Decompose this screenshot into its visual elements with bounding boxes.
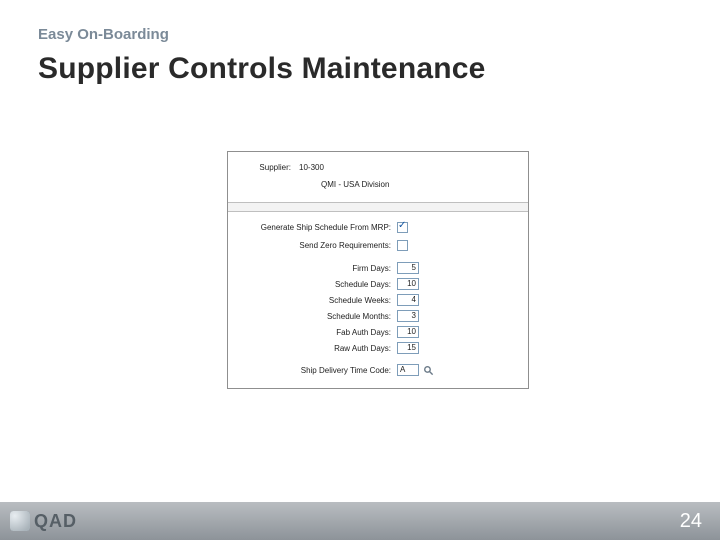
form-panel: Supplier: 10-300 QMI - USA Division Gene… [227,151,529,389]
ship-delivery-time-label: Ship Delivery Time Code: [236,366,397,375]
supplier-value: 10-300 [297,163,324,172]
send-zero-label: Send Zero Requirements: [236,241,397,250]
raw-auth-label: Raw Auth Days: [236,344,397,353]
send-zero-row: Send Zero Requirements: [236,236,520,254]
ship-delivery-time-field: A [397,364,434,376]
brand-logo: QAD [10,511,77,532]
panel-header-section: Supplier: 10-300 QMI - USA Division [228,152,528,202]
schedule-days-input[interactable]: 10 [397,278,419,290]
fab-auth-input[interactable]: 10 [397,326,419,338]
fab-auth-row: Fab Auth Days: 10 [236,324,520,340]
supplier-desc: QMI - USA Division [297,180,389,189]
schedule-months-input[interactable]: 3 [397,310,419,322]
raw-auth-input[interactable]: 15 [397,342,419,354]
supplier-desc-row: QMI - USA Division [236,176,520,192]
kicker: Easy On-Boarding [38,26,169,43]
schedule-days-label: Schedule Days: [236,280,397,289]
page-number: 24 [680,510,702,533]
schedule-months-row: Schedule Months: 3 [236,308,520,324]
schedule-months-label: Schedule Months: [236,312,397,321]
supplier-label: Supplier: [236,163,297,172]
panel-body-section: Generate Ship Schedule From MRP: Send Ze… [228,212,528,388]
gen-mrp-checkbox[interactable] [397,222,408,233]
gen-mrp-label: Generate Ship Schedule From MRP: [236,223,397,232]
logo-mark-icon [10,511,30,531]
send-zero-checkbox[interactable] [397,240,408,251]
page-title: Supplier Controls Maintenance [38,52,486,86]
footer-bar: QAD 24 [0,502,720,540]
fab-auth-label: Fab Auth Days: [236,328,397,337]
firm-days-row: Firm Days: 5 [236,260,520,276]
ship-delivery-time-input[interactable]: A [397,364,419,376]
logo-text: QAD [34,511,77,532]
raw-auth-row: Raw Auth Days: 15 [236,340,520,356]
schedule-days-row: Schedule Days: 10 [236,276,520,292]
supplier-row: Supplier: 10-300 [236,158,520,176]
schedule-weeks-input[interactable]: 4 [397,294,419,306]
ship-delivery-time-row: Ship Delivery Time Code: A [236,362,520,378]
schedule-weeks-row: Schedule Weeks: 4 [236,292,520,308]
search-icon[interactable] [422,364,434,376]
gen-mrp-row: Generate Ship Schedule From MRP: [236,218,520,236]
firm-days-label: Firm Days: [236,264,397,273]
firm-days-input[interactable]: 5 [397,262,419,274]
section-divider [228,202,528,212]
schedule-weeks-label: Schedule Weeks: [236,296,397,305]
